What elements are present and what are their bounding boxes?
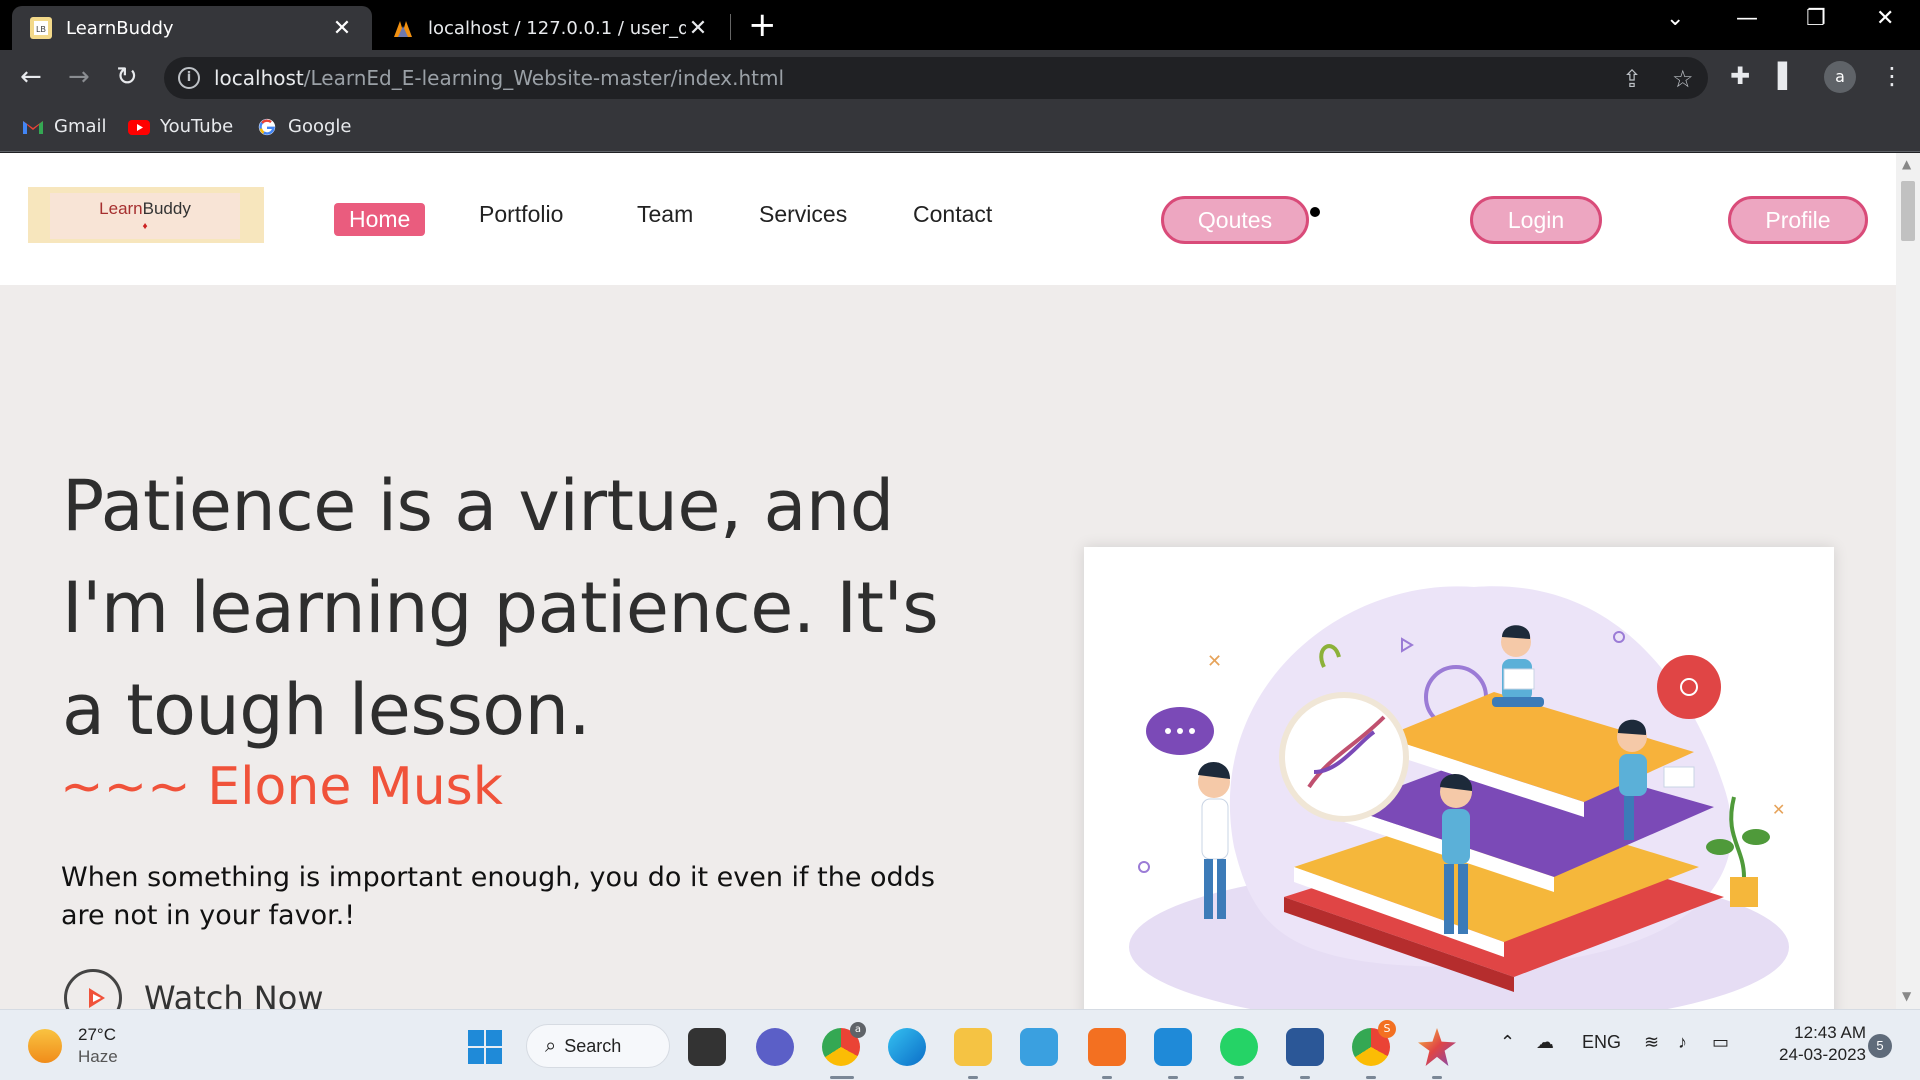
bookmarks-bar: Gmail YouTube Google <box>0 106 1920 152</box>
nav-team[interactable]: Team <box>637 201 693 228</box>
gmail-icon <box>23 120 43 134</box>
chrome-second-profile-badge: S <box>1378 1020 1396 1038</box>
volume-icon[interactable]: ♪ <box>1678 1032 1687 1053</box>
open-app-indicator <box>1432 1076 1442 1079</box>
whatsapp-icon[interactable] <box>1220 1028 1258 1066</box>
hero-author: ~~~ Elone Musk <box>60 757 503 817</box>
students-on-books-illustration: ✕ ✕ <box>1129 586 1789 1009</box>
open-app-indicator <box>1102 1076 1112 1079</box>
open-app-indicator <box>1234 1076 1244 1079</box>
site-header: LearnBuddy ♦ Home Portfolio Team Services… <box>0 153 1896 285</box>
svg-text:✕: ✕ <box>1207 651 1222 672</box>
start-windows-icon[interactable] <box>468 1030 502 1064</box>
bookmark-google[interactable]: Google <box>256 116 351 137</box>
site-logo[interactable]: LearnBuddy ♦ <box>28 187 264 243</box>
url-text[interactable]: localhost/LearnEd_E-learning_Website-mas… <box>214 66 784 90</box>
tab-phpmyadmin[interactable]: localhost / 127.0.0.1 / user_db / u ✕ <box>376 6 726 50</box>
tab-title: LearnBuddy <box>66 17 174 39</box>
notification-count-badge[interactable]: 5 <box>1868 1034 1892 1058</box>
word-icon[interactable] <box>1286 1028 1324 1066</box>
close-tab-icon[interactable]: ✕ <box>330 16 354 41</box>
haze-weather-icon <box>28 1029 62 1063</box>
page-scrollbar[interactable]: ▲ ▼ <box>1896 153 1920 1009</box>
windows-taskbar: 27°C Haze ⌕ Search a S ⌃ ☁ ENG ≋ ♪ ▭ 12:4… <box>0 1009 1920 1080</box>
new-tab-plus-icon[interactable]: + <box>748 8 777 42</box>
task-view-icon[interactable] <box>688 1028 726 1066</box>
battery-icon[interactable]: ▭ <box>1712 1032 1729 1053</box>
learnbuddy-favicon-icon: LB <box>30 17 52 39</box>
watch-now-button[interactable]: Watch Now <box>64 969 323 1009</box>
extensions-puzzle-icon[interactable]: ✚ <box>1730 62 1750 90</box>
nav-contact[interactable]: Contact <box>913 201 992 228</box>
close-tab-icon[interactable]: ✕ <box>686 16 710 41</box>
restore-icon[interactable]: ❐ <box>1806 6 1826 31</box>
address-bar[interactable]: i localhost/LearnEd_E-learning_Website-m… <box>164 57 1708 99</box>
vscode-icon[interactable] <box>1154 1028 1192 1066</box>
active-app-indicator <box>830 1076 854 1079</box>
browser-toolbar: ← → ↻ i localhost/LearnEd_E-learning_Web… <box>0 50 1920 106</box>
profile-button[interactable]: Profile <box>1728 196 1868 244</box>
play-icon <box>64 969 122 1009</box>
hero-illustration: ✕ ✕ <box>1084 547 1834 1009</box>
tab-learnbuddy[interactable]: LB LearnBuddy ✕ <box>12 6 372 50</box>
login-button[interactable]: Login <box>1470 196 1602 244</box>
open-app-indicator <box>968 1076 978 1079</box>
onedrive-cloud-icon[interactable]: ☁ <box>1536 1032 1554 1053</box>
reload-icon[interactable]: ↻ <box>116 62 138 92</box>
star-app-icon[interactable] <box>1418 1028 1456 1066</box>
language-indicator[interactable]: ENG <box>1582 1032 1621 1053</box>
show-hidden-icons-chevron-icon[interactable]: ⌃ <box>1500 1032 1515 1053</box>
tab-separator <box>730 14 731 40</box>
more-menu-icon[interactable]: ⋮ <box>1880 62 1904 90</box>
close-window-icon[interactable]: ✕ <box>1876 6 1894 31</box>
weather-widget[interactable]: 27°C Haze <box>28 1024 118 1068</box>
scroll-thumb[interactable] <box>1901 181 1915 241</box>
youtube-icon <box>128 119 150 135</box>
tab-search-chevron-icon[interactable]: ⌄ <box>1666 6 1684 31</box>
teams-chat-icon[interactable] <box>756 1028 794 1066</box>
minimize-icon[interactable]: — <box>1736 6 1758 31</box>
google-icon <box>258 118 276 135</box>
system-clock[interactable]: 12:43 AM 24-03-2023 <box>1762 1022 1866 1066</box>
scroll-up-arrow-icon[interactable]: ▲ <box>1902 157 1911 171</box>
xampp-icon[interactable] <box>1088 1028 1126 1066</box>
browser-tab-strip: LB LearnBuddy ✕ localhost / 127.0.0.1 / … <box>0 0 1920 50</box>
cursor-dot <box>1310 207 1320 217</box>
bookmark-gmail[interactable]: Gmail <box>22 116 107 137</box>
taskbar-search[interactable]: ⌕ Search <box>526 1024 670 1068</box>
open-app-indicator <box>1300 1076 1310 1079</box>
file-explorer-icon[interactable] <box>954 1028 992 1066</box>
profile-avatar[interactable]: a <box>1824 61 1856 93</box>
hero-tagline: When something is important enough, you … <box>61 862 935 931</box>
nav-services[interactable]: Services <box>759 201 847 228</box>
back-arrow-icon[interactable]: ← <box>20 62 42 92</box>
side-panel-icon[interactable]: ▌ <box>1778 62 1796 90</box>
page-viewport: LearnBuddy ♦ Home Portfolio Team Services… <box>0 153 1920 1009</box>
tab-title: localhost / 127.0.0.1 / user_db / u <box>428 17 686 39</box>
hero-quote: Patience is a virtue, and I'm learning p… <box>62 465 939 751</box>
quotes-button[interactable]: Qoutes <box>1161 196 1309 244</box>
nav-portfolio[interactable]: Portfolio <box>479 201 563 228</box>
svg-text:✕: ✕ <box>1772 800 1785 819</box>
forward-arrow-icon[interactable]: → <box>68 62 90 92</box>
open-app-indicator <box>1168 1076 1178 1079</box>
search-icon: ⌕ <box>545 1034 557 1057</box>
wifi-icon[interactable]: ≋ <box>1644 1032 1659 1053</box>
scroll-down-arrow-icon[interactable]: ▼ <box>1902 989 1911 1003</box>
open-app-indicator <box>1366 1076 1376 1079</box>
bookmark-star-icon[interactable]: ☆ <box>1672 65 1694 93</box>
svg-text:LB: LB <box>36 25 46 34</box>
site-info-icon[interactable]: i <box>178 67 200 89</box>
maple-leaf-icon: ♦ <box>142 221 148 232</box>
chrome-profile-badge: a <box>850 1022 866 1038</box>
edge-icon[interactable] <box>888 1028 926 1066</box>
nav-home[interactable]: Home <box>334 203 426 236</box>
bookmark-youtube[interactable]: YouTube <box>128 116 233 137</box>
share-icon[interactable]: ⇪ <box>1622 65 1642 93</box>
phpmyadmin-favicon-icon <box>394 21 412 37</box>
notepad-icon[interactable] <box>1020 1028 1058 1066</box>
